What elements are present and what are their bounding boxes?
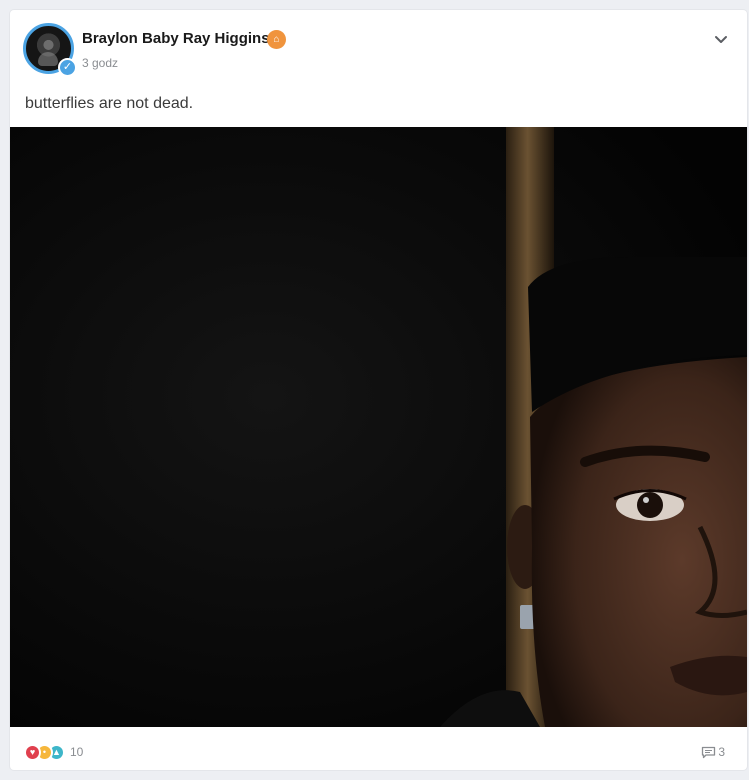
reactions-summary[interactable]: ♥ • ▲ 10 xyxy=(24,743,83,761)
author-avatar[interactable]: ✓ xyxy=(23,23,77,77)
reaction-count: 10 xyxy=(70,745,84,759)
post-image[interactable] xyxy=(10,127,747,727)
comment-count: 3 xyxy=(718,745,725,759)
verified-icon: ✓ xyxy=(58,58,77,77)
comment-icon xyxy=(702,746,716,758)
chevron-down-icon[interactable] xyxy=(712,30,730,48)
comments-link[interactable]: 3 xyxy=(701,745,725,759)
author-name[interactable]: Braylon Baby Ray Higgins xyxy=(82,30,270,47)
post-image-render xyxy=(10,127,747,727)
post-footer: ♥ • ▲ 10 3 xyxy=(10,727,747,770)
heart-icon: ♥ xyxy=(24,743,41,761)
owner-badge-icon: ⌂ xyxy=(267,30,286,49)
post-card: ✓ Braylon Baby Ray Higgins ⌂ 3 godz butt… xyxy=(10,10,747,770)
post-timestamp[interactable]: 3 godz xyxy=(82,56,118,70)
post-text: butterflies are not dead. xyxy=(25,95,194,112)
post-header: ✓ Braylon Baby Ray Higgins ⌂ 3 godz xyxy=(10,10,747,90)
